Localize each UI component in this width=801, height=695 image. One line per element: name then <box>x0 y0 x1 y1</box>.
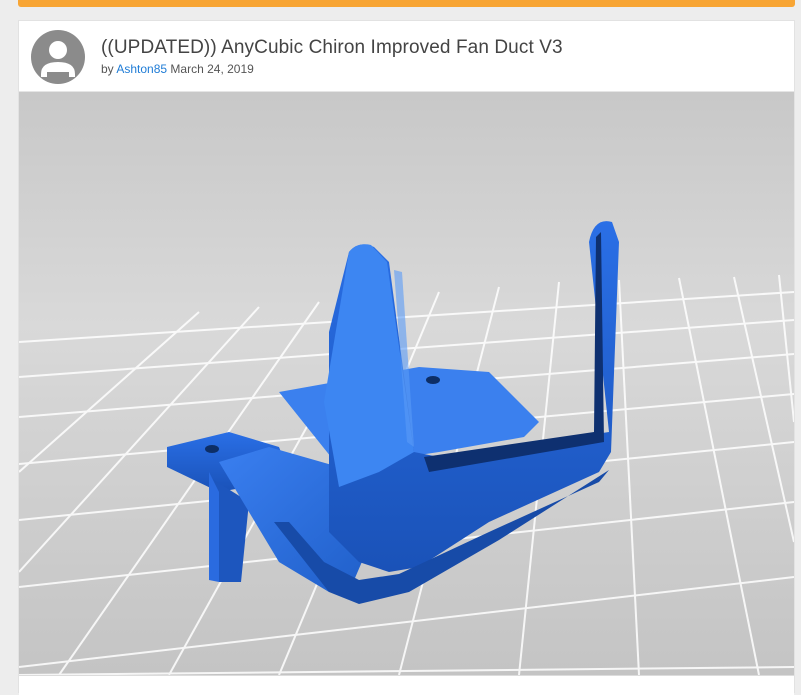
byline: by Ashton85 March 24, 2019 <box>101 62 254 76</box>
model-render-svg <box>19 92 794 675</box>
model-render-image[interactable] <box>19 92 794 675</box>
card-header: ((UPDATED)) AnyCubic Chiron Improved Fan… <box>19 21 794 91</box>
avatar-icon[interactable] <box>31 30 85 84</box>
thing-title[interactable]: ((UPDATED)) AnyCubic Chiron Improved Fan… <box>101 37 563 59</box>
card-footer-edge <box>19 675 794 695</box>
top-accent-bar <box>18 0 795 7</box>
post-date: March 24, 2019 <box>170 62 254 76</box>
by-label: by <box>101 62 114 76</box>
thing-card: ((UPDATED)) AnyCubic Chiron Improved Fan… <box>18 20 795 695</box>
author-link[interactable]: Ashton85 <box>116 62 167 76</box>
